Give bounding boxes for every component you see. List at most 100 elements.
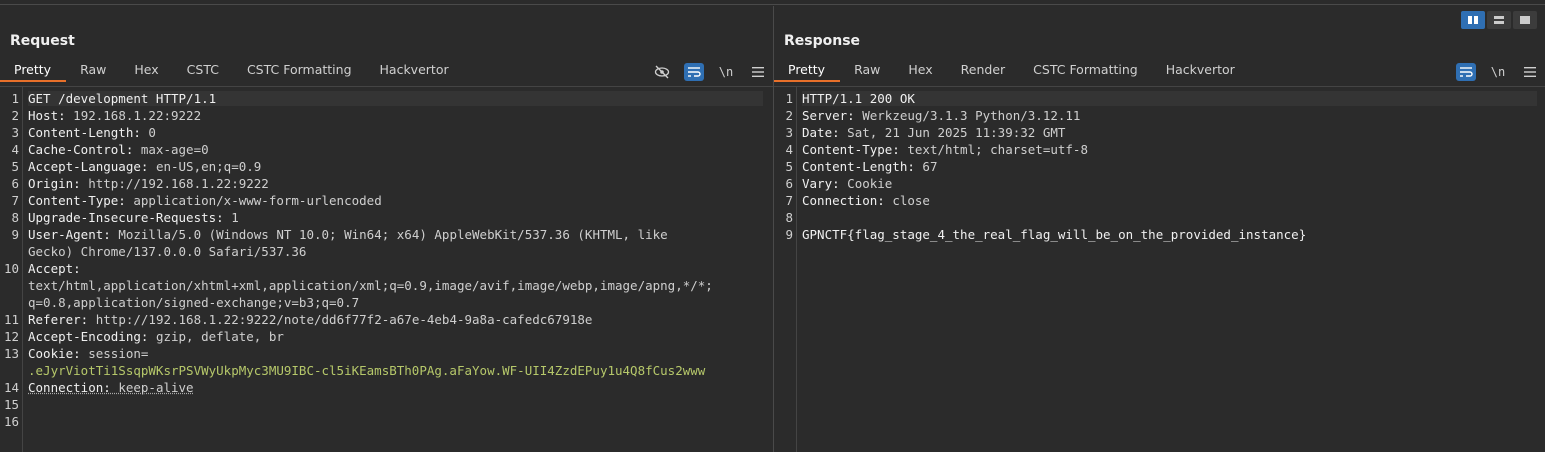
- request-editor[interactable]: 1 2 3 4 5 6 7 8 9 10 11 12 13 14 15 16 G…: [0, 87, 773, 452]
- header-value: text/html; charset=utf-8: [899, 142, 1088, 157]
- header-line: Content-Type: text/html; charset=utf-8: [802, 142, 1088, 157]
- status-line-text: HTTP/1.1 200 OK: [802, 91, 915, 106]
- header-value: close: [884, 193, 930, 208]
- header-key: Connection:: [802, 193, 885, 208]
- request-tabs: Pretty Raw Hex CSTC CSTC Formatting Hack…: [0, 59, 463, 85]
- header-value: Werkzeug/3.1.3 Python/3.12.11: [854, 108, 1081, 123]
- tab-hex[interactable]: Hex: [894, 59, 946, 82]
- request-pane: Request Pretty Raw Hex CSTC CSTC Formatt…: [0, 6, 773, 452]
- tab-raw[interactable]: Raw: [66, 59, 120, 82]
- header-key: Cache-Control:: [28, 142, 134, 157]
- tab-hex[interactable]: Hex: [120, 59, 172, 82]
- header-key: Cookie:: [28, 346, 81, 361]
- tab-cstc-formatting[interactable]: CSTC Formatting: [233, 59, 366, 82]
- header-key: Referer:: [28, 312, 89, 327]
- line-number: 6: [785, 176, 793, 191]
- header-line: Host: 192.168.1.22:9222: [28, 108, 201, 123]
- header-line-wrap: Gecko) Chrome/137.0.0.0 Safari/537.36: [28, 244, 306, 259]
- header-line: Connection: keep-alive: [28, 380, 194, 395]
- header-key: Accept:: [28, 261, 81, 276]
- line-number: 9: [11, 227, 19, 242]
- flag-text[interactable]: GPNCTF{flag_stage_4_the_real_flag_will_b…: [802, 227, 1306, 242]
- header-value: 0: [140, 125, 156, 140]
- header-key: Content-Length:: [28, 125, 141, 140]
- cookie-value-line: .eJyrViotTi1SsqpWKsrPSVWyUkpMyc3MU9IBC-c…: [28, 363, 705, 378]
- header-line: Accept-Language: en-US,en;q=0.9: [28, 159, 261, 174]
- header-line: Date: Sat, 21 Jun 2025 11:39:32 GMT: [802, 125, 1065, 140]
- response-editor[interactable]: 1 2 3 4 5 6 7 8 9 HTTP/1.1 200 OK Server…: [774, 87, 1545, 452]
- line-number: 12: [3, 329, 19, 344]
- hide-icon[interactable]: [652, 63, 672, 81]
- header-value: gzip, deflate, br: [148, 329, 284, 344]
- line-number: 10: [3, 261, 19, 276]
- tab-render[interactable]: Render: [947, 59, 1020, 82]
- line-number: 3: [785, 125, 793, 140]
- line-number: 4: [11, 142, 19, 157]
- menu-icon[interactable]: [1520, 63, 1540, 81]
- header-value: text/html,application/xhtml+xml,applicat…: [28, 278, 713, 293]
- header-value: Sat, 21 Jun 2025 11:39:32 GMT: [839, 125, 1066, 140]
- header-value: keep-alive: [110, 380, 194, 395]
- request-line-text: GET /development HTTP/1.1: [28, 91, 217, 106]
- header-key: Content-Type:: [802, 142, 900, 157]
- header-line: Content-Length: 67: [802, 159, 937, 174]
- line-number: 14: [3, 380, 19, 395]
- status-line: HTTP/1.1 200 OK: [802, 91, 1537, 106]
- line-number: 5: [11, 159, 19, 174]
- response-tools: \n: [1456, 63, 1540, 81]
- header-value: session=: [80, 346, 149, 361]
- line-number: 3: [11, 125, 19, 140]
- response-pane: Response Pretty Raw Hex Render CSTC Form…: [774, 6, 1545, 452]
- header-key: Upgrade-Insecure-Requests:: [28, 210, 224, 225]
- line-number: 7: [11, 193, 19, 208]
- tab-pretty[interactable]: Pretty: [0, 59, 67, 82]
- header-key: Content-Length:: [802, 159, 915, 174]
- newline-icon[interactable]: \n: [1488, 63, 1508, 81]
- cookie-value[interactable]: .eJyrViotTi1SsqpWKsrPSVWyUkpMyc3MU9IBC-c…: [28, 363, 705, 378]
- tab-cstc-formatting[interactable]: CSTC Formatting: [1019, 59, 1152, 82]
- header-key: User-Agent:: [28, 227, 111, 242]
- header-line: Referer: http://192.168.1.22:9222/note/d…: [28, 312, 592, 327]
- line-number: 6: [11, 176, 19, 191]
- header-value: 67: [914, 159, 938, 174]
- line-number: 4: [785, 142, 793, 157]
- request-title: Request: [10, 33, 75, 49]
- line-number: 13: [3, 346, 19, 361]
- header-line: Vary: Cookie: [802, 176, 892, 191]
- header-value: 1: [223, 210, 239, 225]
- header-line: Accept:: [28, 261, 81, 276]
- tab-pretty[interactable]: Pretty: [774, 59, 841, 82]
- menu-icon[interactable]: [748, 63, 768, 81]
- tab-hackvertor[interactable]: Hackvertor: [366, 59, 463, 82]
- response-body: GPNCTF{flag_stage_4_the_real_flag_will_b…: [802, 227, 1306, 242]
- request-tools: \n: [652, 63, 768, 81]
- line-number: 5: [785, 159, 793, 174]
- header-value: q=0.8,application/signed-exchange;v=b3;q…: [28, 295, 360, 310]
- header-key: Date:: [802, 125, 840, 140]
- wrap-icon[interactable]: [1456, 63, 1476, 81]
- header-value: Cookie: [839, 176, 893, 191]
- wrap-icon[interactable]: [684, 63, 704, 81]
- tab-raw[interactable]: Raw: [840, 59, 894, 82]
- header-key: Accept-Language:: [28, 159, 149, 174]
- header-line-wrap: text/html,application/xhtml+xml,applicat…: [28, 278, 713, 293]
- header-value: http://192.168.1.22:9222: [80, 176, 269, 191]
- line-number: 8: [11, 210, 19, 225]
- response-tabs: Pretty Raw Hex Render CSTC Formatting Ha…: [774, 59, 1249, 85]
- header-key: Host:: [28, 108, 66, 123]
- header-value: 192.168.1.22:9222: [65, 108, 202, 123]
- header-line: Content-Type: application/x-www-form-url…: [28, 193, 382, 208]
- tab-hackvertor[interactable]: Hackvertor: [1152, 59, 1249, 82]
- header-key: Content-Type:: [28, 193, 126, 208]
- header-line: Upgrade-Insecure-Requests: 1: [28, 210, 239, 225]
- header-key: Origin:: [28, 176, 81, 191]
- line-number: 9: [785, 227, 793, 242]
- header-value: http://192.168.1.22:9222/note/dd6f77f2-a…: [88, 312, 593, 327]
- header-line: Accept-Encoding: gzip, deflate, br: [28, 329, 284, 344]
- header-line: Cache-Control: max-age=0: [28, 142, 209, 157]
- newline-icon[interactable]: \n: [716, 63, 736, 81]
- request-line: GET /development HTTP/1.1: [28, 91, 763, 106]
- tab-cstc[interactable]: CSTC: [173, 59, 233, 82]
- line-number: 2: [785, 108, 793, 123]
- header-line: Origin: http://192.168.1.22:9222: [28, 176, 269, 191]
